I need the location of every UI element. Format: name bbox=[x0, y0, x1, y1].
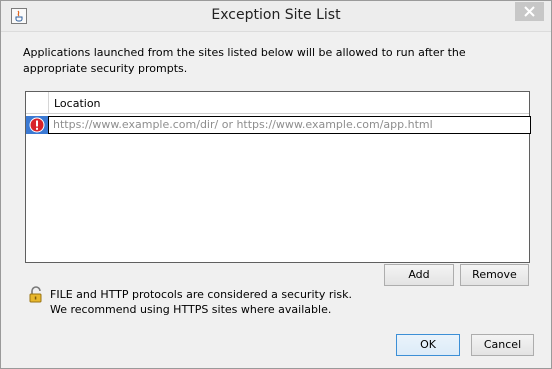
error-icon bbox=[29, 117, 45, 133]
ok-button[interactable]: OK bbox=[396, 334, 460, 356]
warning-line-1: FILE and HTTP protocols are considered a… bbox=[50, 288, 353, 301]
window-title: Exception Site List bbox=[211, 7, 341, 23]
table-row[interactable]: https://www.example.com/dir/ or https://… bbox=[26, 116, 531, 134]
exception-site-list-dialog: Exception Site List Applications launche… bbox=[0, 0, 552, 369]
site-list-table[interactable]: Location https://www.example.com/dir/ or… bbox=[25, 91, 531, 263]
remove-button[interactable]: Remove bbox=[460, 264, 529, 286]
warning-line-2: We recommend using HTTPS sites where ava… bbox=[50, 303, 332, 316]
location-input[interactable]: https://www.example.com/dir/ or https://… bbox=[48, 116, 531, 134]
row-status-cell bbox=[26, 116, 48, 134]
cancel-button[interactable]: Cancel bbox=[471, 334, 534, 356]
description-text: Applications launched from the sites lis… bbox=[23, 46, 466, 75]
add-button[interactable]: Add bbox=[384, 264, 454, 286]
table-header: Location bbox=[26, 92, 529, 114]
close-icon bbox=[524, 6, 535, 17]
header-location[interactable]: Location bbox=[54, 97, 101, 110]
header-status-column bbox=[26, 92, 49, 113]
title-bar: Exception Site List bbox=[1, 1, 551, 32]
warning-text: FILE and HTTP protocols are considered a… bbox=[50, 287, 450, 317]
lock-icon bbox=[28, 286, 44, 304]
close-button[interactable] bbox=[515, 2, 544, 21]
